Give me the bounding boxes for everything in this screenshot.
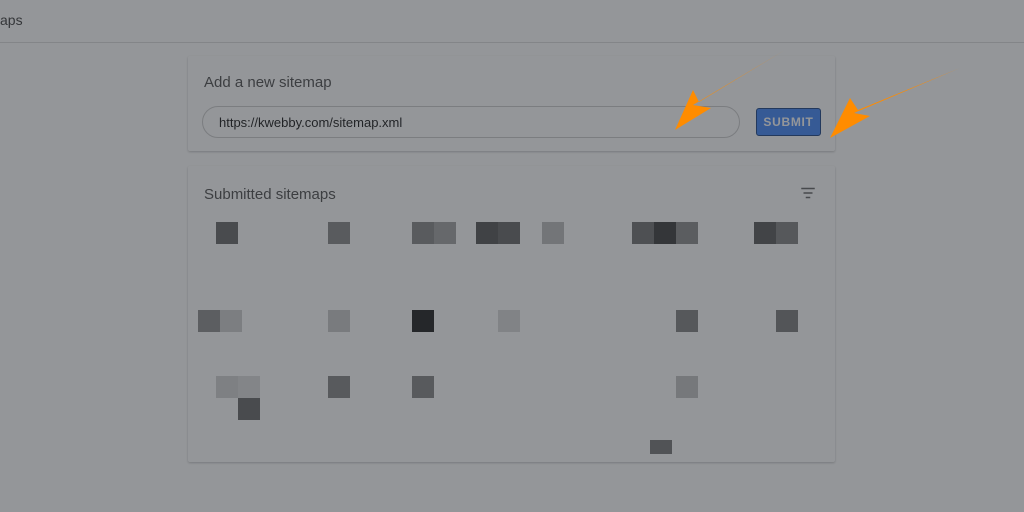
redacted-cell	[654, 222, 676, 244]
redacted-cell	[650, 440, 672, 454]
sitemap-url-input[interactable]	[202, 106, 740, 138]
redacted-cell	[220, 310, 242, 332]
header-fragment: aps	[0, 12, 23, 28]
redacted-cell	[434, 222, 456, 244]
redacted-cell	[776, 310, 798, 332]
redacted-cell	[328, 376, 350, 398]
redacted-cell	[754, 222, 776, 244]
redacted-cell	[216, 222, 238, 244]
redacted-cell	[676, 222, 698, 244]
redacted-cell	[412, 310, 434, 332]
redacted-cell	[498, 222, 520, 244]
redacted-cell	[412, 376, 434, 398]
add-sitemap-title: Add a new sitemap	[204, 74, 332, 91]
redacted-cell	[198, 310, 220, 332]
redacted-cell	[216, 376, 238, 398]
add-sitemap-row: SUBMIT	[202, 106, 821, 138]
redacted-cell	[238, 398, 260, 420]
redacted-cell	[676, 376, 698, 398]
redacted-cell	[476, 222, 498, 244]
submitted-sitemaps-body	[198, 222, 825, 452]
add-sitemap-card: Add a new sitemap SUBMIT	[188, 56, 835, 151]
redacted-cell	[238, 376, 260, 398]
redacted-cell	[776, 222, 798, 244]
redacted-cell	[412, 222, 434, 244]
submitted-sitemaps-card: Submitted sitemaps	[188, 166, 835, 462]
redacted-cell	[498, 310, 520, 332]
redacted-cell	[542, 222, 564, 244]
redacted-cell	[328, 310, 350, 332]
filter-icon[interactable]	[799, 184, 817, 202]
redacted-cell	[328, 222, 350, 244]
submit-button[interactable]: SUBMIT	[756, 108, 821, 136]
arrow-to-submit	[830, 68, 960, 143]
submitted-sitemaps-title: Submitted sitemaps	[204, 186, 336, 203]
page-header: aps	[0, 0, 1024, 43]
redacted-cell	[632, 222, 654, 244]
redacted-cell	[676, 310, 698, 332]
